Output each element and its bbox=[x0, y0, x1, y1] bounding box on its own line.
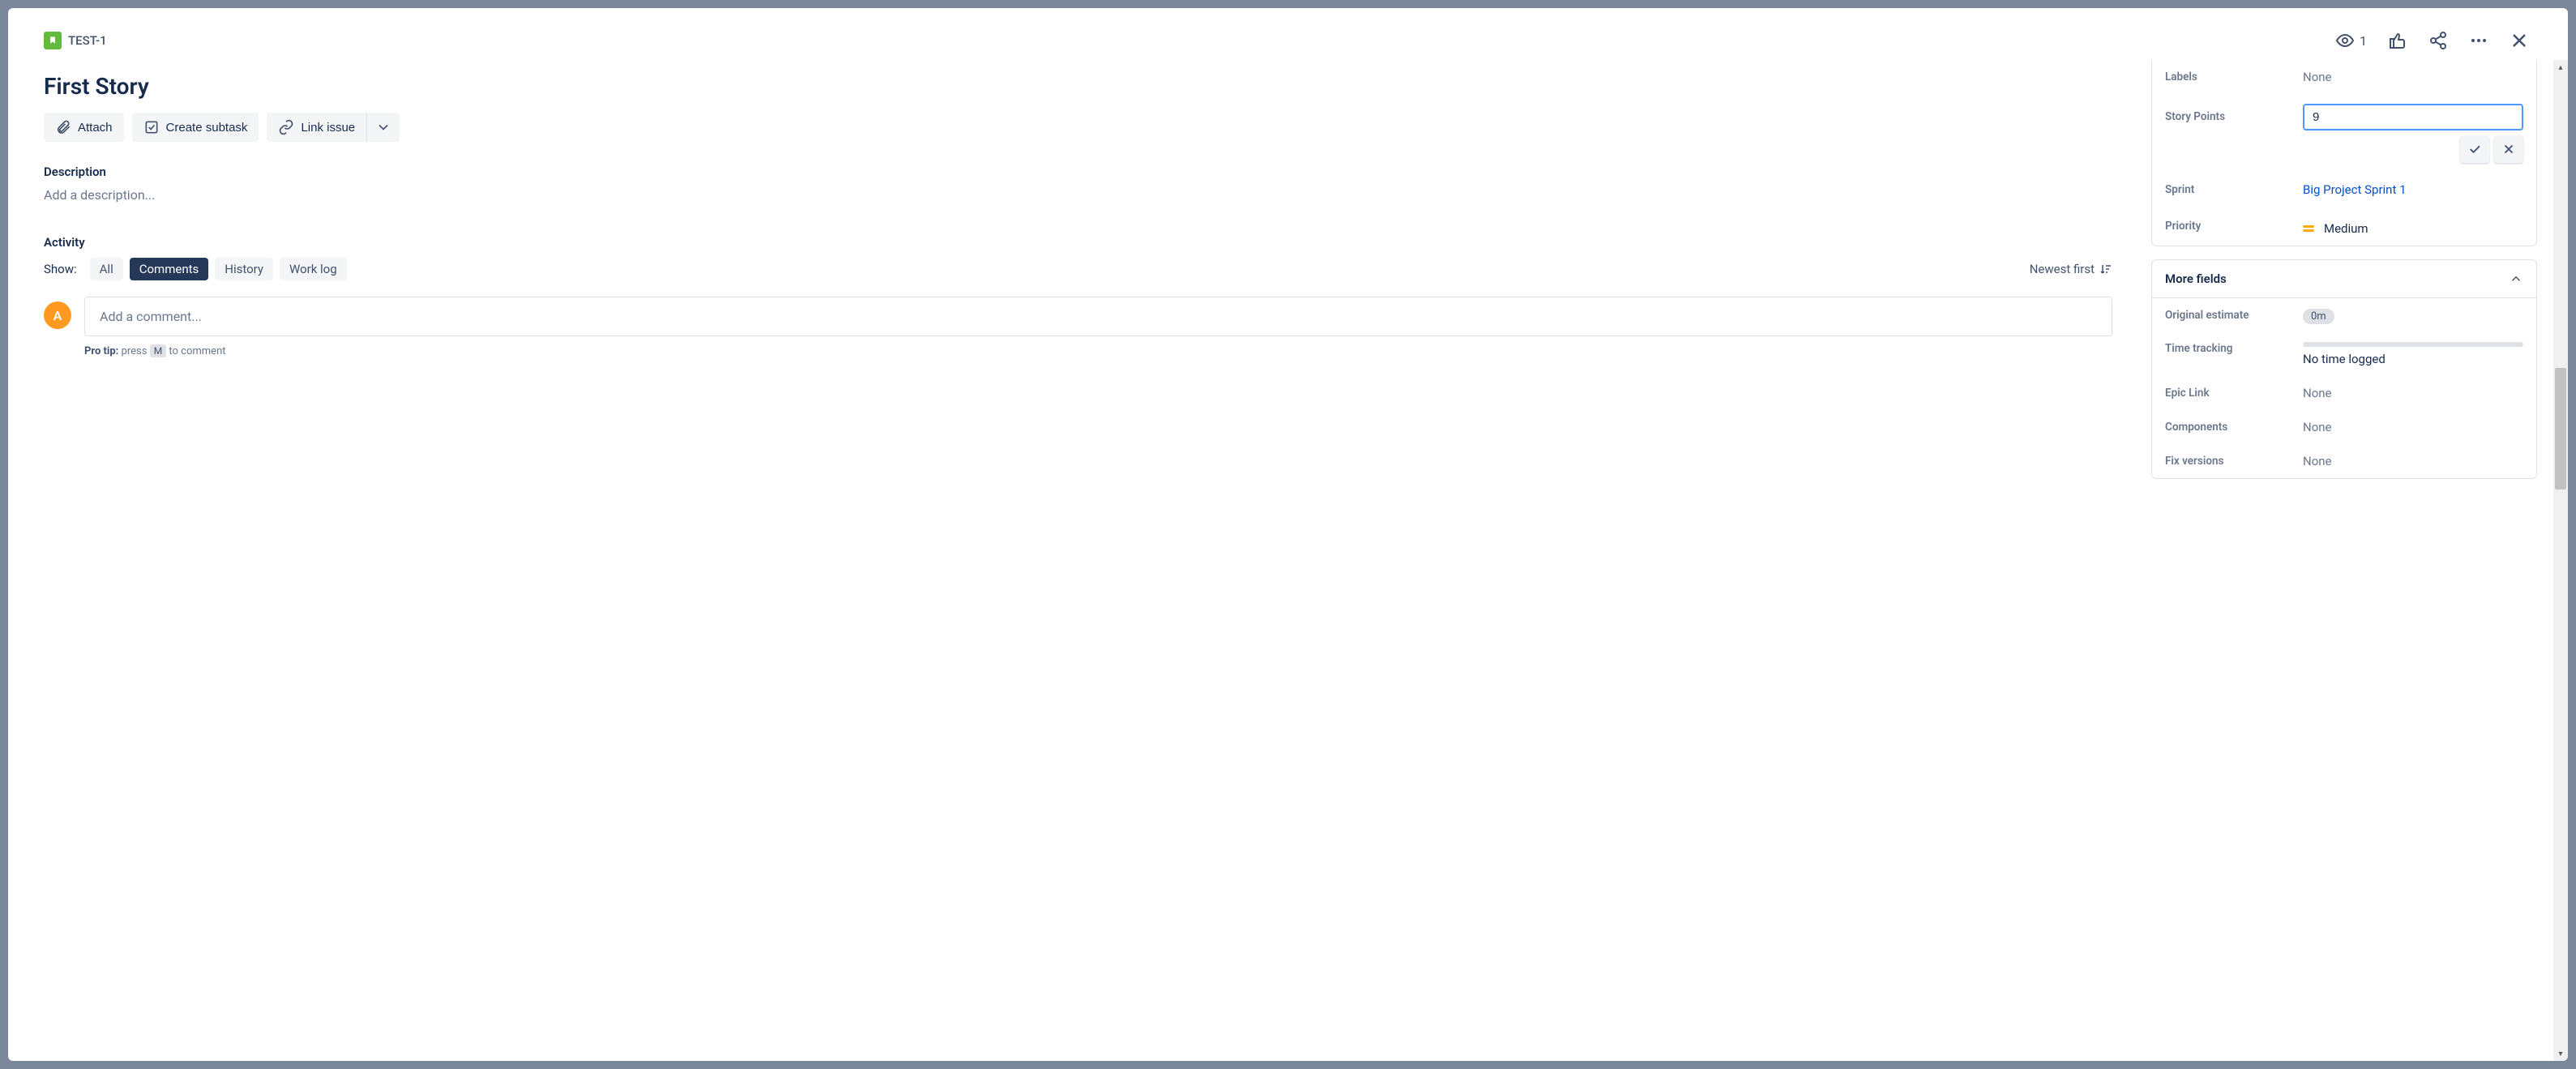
field-story-points: Story Points bbox=[2152, 94, 2536, 173]
comment-input[interactable]: Add a comment... bbox=[84, 297, 2112, 336]
create-subtask-button[interactable]: Create subtask bbox=[132, 113, 259, 142]
link-issue-dropdown[interactable] bbox=[367, 113, 400, 142]
scrollbar[interactable]: ▴ ▾ bbox=[2553, 60, 2568, 1061]
link-issue-button[interactable]: Link issue bbox=[267, 113, 366, 142]
description-field[interactable]: Add a description... bbox=[44, 187, 2112, 203]
subtask-icon bbox=[143, 119, 160, 135]
show-label: Show: bbox=[44, 262, 77, 276]
pro-tip: Pro tip: press M to comment bbox=[84, 344, 2112, 357]
story-points-input[interactable] bbox=[2303, 104, 2523, 130]
sort-icon bbox=[2099, 263, 2112, 276]
issue-title[interactable]: First Story bbox=[44, 73, 2112, 100]
link-icon bbox=[278, 119, 294, 135]
chevron-down-icon bbox=[375, 119, 392, 135]
breadcrumb[interactable]: TEST-1 bbox=[44, 32, 107, 49]
close-button[interactable] bbox=[2506, 28, 2532, 53]
story-icon bbox=[44, 32, 62, 49]
activity-tabs: Show: All Comments History Work log bbox=[44, 258, 347, 280]
issue-modal: TEST-1 1 bbox=[8, 8, 2568, 1061]
scroll-thumb[interactable] bbox=[2555, 368, 2566, 490]
field-fix-versions[interactable]: Fix versions None bbox=[2152, 444, 2536, 478]
description-heading: Description bbox=[44, 165, 2112, 179]
link-issue-group: Link issue bbox=[267, 113, 400, 142]
tab-all[interactable]: All bbox=[90, 258, 123, 280]
kbd-m: M bbox=[150, 344, 166, 357]
field-epic-link[interactable]: Epic Link None bbox=[2152, 376, 2536, 410]
scroll-down-icon[interactable]: ▾ bbox=[2553, 1046, 2568, 1061]
more-actions-button[interactable] bbox=[2466, 28, 2492, 53]
close-icon bbox=[2501, 142, 2516, 156]
confirm-button[interactable] bbox=[2460, 135, 2489, 163]
field-labels[interactable]: Labels None bbox=[2152, 60, 2536, 94]
issue-key[interactable]: TEST-1 bbox=[68, 33, 107, 48]
action-buttons: Attach Create subtask Link issue bbox=[44, 113, 2112, 142]
like-button[interactable] bbox=[2385, 28, 2411, 53]
field-priority[interactable]: Priority Medium bbox=[2152, 207, 2536, 246]
tab-comments[interactable]: Comments bbox=[130, 258, 209, 280]
field-sprint[interactable]: Sprint Big Project Sprint 1 bbox=[2152, 173, 2536, 207]
header-actions: 1 bbox=[2332, 28, 2532, 53]
field-original-estimate[interactable]: Original estimate 0m bbox=[2152, 298, 2536, 332]
tab-worklog[interactable]: Work log bbox=[280, 258, 347, 280]
cancel-button[interactable] bbox=[2494, 135, 2523, 163]
sort-button[interactable]: Newest first bbox=[2030, 262, 2112, 276]
sprint-link[interactable]: Big Project Sprint 1 bbox=[2303, 182, 2523, 197]
avatar: A bbox=[44, 301, 71, 329]
details-column: Labels None Story Points bbox=[2148, 60, 2553, 1061]
chevron-up-icon bbox=[2509, 272, 2523, 286]
watch-button[interactable]: 1 bbox=[2332, 28, 2370, 53]
more-fields-toggle[interactable]: More fields bbox=[2152, 260, 2536, 298]
attachment-icon bbox=[55, 119, 71, 135]
watch-count: 1 bbox=[2360, 33, 2367, 49]
tab-history[interactable]: History bbox=[215, 258, 273, 280]
field-time-tracking[interactable]: Time tracking No time logged bbox=[2152, 332, 2536, 376]
modal-header: TEST-1 1 bbox=[8, 8, 2568, 57]
priority-medium-icon bbox=[2303, 225, 2314, 232]
activity-heading: Activity bbox=[44, 235, 2112, 250]
check-icon bbox=[2467, 142, 2482, 156]
field-components[interactable]: Components None bbox=[2152, 410, 2536, 444]
main-column: First Story Attach Create subtask Link i… bbox=[8, 60, 2148, 1061]
scroll-up-icon[interactable]: ▴ bbox=[2553, 60, 2568, 75]
attach-button[interactable]: Attach bbox=[44, 113, 124, 142]
share-button[interactable] bbox=[2425, 28, 2451, 53]
time-tracking-bar bbox=[2303, 342, 2523, 347]
